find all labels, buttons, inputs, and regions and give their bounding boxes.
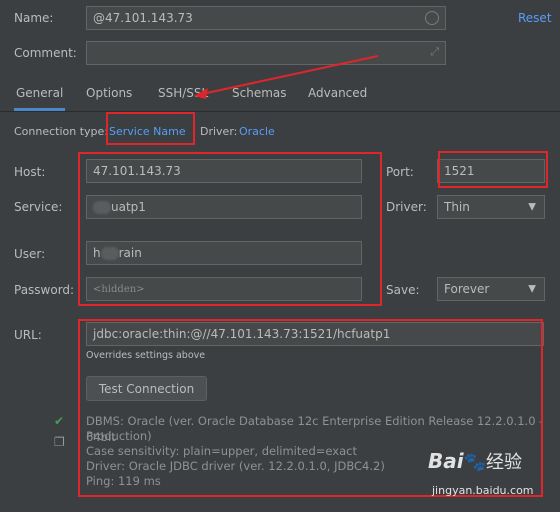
baidu-watermark: Bai🐾经验 (428, 448, 522, 474)
watermark-site: jingyan.baidu.com (432, 484, 534, 497)
watermark-brand2: 经验 (486, 452, 523, 473)
annotation-arrow (194, 55, 379, 99)
datasource-dialog: Name: @47.101.143.73 Reset Comment: ⤢ Ge… (0, 0, 560, 512)
watermark-brand: Bai (428, 449, 464, 473)
paw-icon: 🐾 (463, 452, 487, 473)
